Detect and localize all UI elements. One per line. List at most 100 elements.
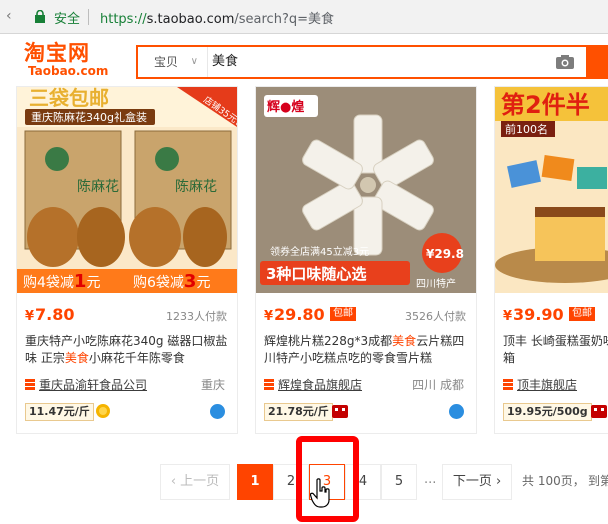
shop-link[interactable]: 重庆品渝轩食品公司	[25, 376, 147, 393]
promo-b-text: 购6袋减	[133, 275, 184, 291]
url-host: s.taobao.com	[146, 12, 235, 27]
chevron-right-icon: ›	[495, 474, 502, 489]
banner-sub-text: 前100名	[505, 122, 548, 136]
currency-symbol: ¥	[25, 309, 35, 324]
price-value: 39.90	[513, 305, 564, 324]
browser-address-bar[interactable]: ‹ 安全 https://s.taobao.com/search?q=美食	[0, 0, 608, 34]
shop-name: 重庆品渝轩食品公司	[39, 378, 148, 392]
title-highlight: 美食	[64, 351, 89, 365]
box-label-right: 陈麻花	[175, 178, 217, 195]
product-image[interactable]: 第2件半 前100名	[495, 87, 608, 293]
shop-icon	[25, 379, 35, 390]
product-card[interactable]: 辉●煌 领券全店满45立减3元 3种口味随心选 ¥29.8 四川特产 ¥29.8…	[255, 86, 477, 434]
product-card[interactable]: 三袋包邮 重庆陈麻花340g礼盒装 店铺35元包邮 陈麻花 陈麻花 购4袋减1元	[16, 86, 238, 434]
site-header: 淘宝网 Taobao.com 宝贝 ∨	[0, 34, 608, 86]
product-card[interactable]: 第2件半 前100名 ¥39.90 包邮 顶丰 长崎蛋糕蛋奶味口袋面包美食整箱 …	[494, 86, 608, 434]
paid-count: 1233人付款	[166, 310, 227, 323]
search-input[interactable]	[212, 47, 512, 77]
svg-text:购6袋减3元: 购6袋减3元	[133, 271, 210, 292]
url-text[interactable]: https://s.taobao.com/search?q=美食	[100, 8, 334, 27]
search-button[interactable]	[586, 45, 608, 79]
pagination-ellipsis: ...	[424, 472, 437, 487]
currency-symbol: ¥	[264, 309, 274, 324]
next-label: 下一页	[452, 474, 492, 489]
shop-link[interactable]: 辉煌食品旗舰店	[264, 376, 362, 393]
search-bar: 宝贝 ∨	[136, 45, 608, 79]
product-price: ¥39.90	[503, 305, 564, 324]
product-image[interactable]: 辉●煌 领券全店满45立减3元 3种口味随心选 ¥29.8 四川特产	[256, 87, 476, 293]
promo-b-num: 3	[184, 271, 197, 292]
total-pages: 共 100页，	[522, 474, 585, 488]
promo-a-text: 购4袋减	[23, 275, 74, 291]
shop-name: 顶丰旗舰店	[517, 378, 578, 392]
promo-a-unit: 元	[86, 275, 100, 291]
product-title[interactable]: 重庆特产小吃陈麻花340g 磁器口椒盐味 正宗美食小麻花千年陈零食	[25, 333, 231, 367]
origin-text: 四川特产	[416, 277, 456, 290]
box-label-left: 陈麻花	[77, 178, 119, 195]
brand-tag: 辉●煌	[267, 99, 304, 115]
promo-big-text: 3种口味随心选	[266, 265, 366, 283]
goto-label: 到第	[588, 474, 608, 488]
hand-cursor-icon	[310, 478, 330, 508]
product-title[interactable]: 辉煌桃片糕228g*3成都美食云片糕四川特产小吃糕点吃的零食雪片糕	[264, 333, 470, 367]
promo-text: 领券全店满45立减3元	[270, 245, 369, 258]
product-image[interactable]: 三袋包邮 重庆陈麻花340g礼盒装 店铺35元包邮 陈麻花 陈麻花 购4袋减1元	[17, 87, 237, 293]
prev-label: 上一页	[180, 474, 220, 489]
promo-a-num: 1	[74, 271, 87, 292]
svg-text:购4袋减1元: 购4袋减1元	[23, 271, 100, 292]
paid-count: 3526人付款	[405, 310, 466, 323]
product-grid: 三袋包邮 重庆陈麻花340g礼盒装 店铺35元包邮 陈麻花 陈麻花 购4袋减1元	[0, 86, 608, 436]
wangwang-chat-icon[interactable]	[210, 404, 225, 419]
wangwang-chat-icon[interactable]	[449, 404, 464, 419]
shop-icon	[503, 379, 513, 390]
product-price: ¥29.80	[264, 305, 325, 324]
shop-name: 辉煌食品旗舰店	[278, 378, 363, 392]
banner-sub-text: 重庆陈麻花340g礼盒装	[31, 110, 147, 124]
title-highlight: 美食	[392, 334, 417, 348]
unit-price-tag: 19.95元/500g	[503, 403, 592, 421]
taobao-logo[interactable]: 淘宝网 Taobao.com	[24, 42, 114, 82]
free-shipping-badge: 包邮	[569, 307, 595, 321]
tmall-cat-icon	[591, 405, 607, 418]
unit-price-tag: 11.47元/斤	[25, 403, 94, 421]
camera-icon[interactable]	[556, 55, 574, 69]
shop-link[interactable]: 顶丰旗舰店	[503, 376, 577, 393]
price-value: 7.80	[35, 305, 75, 324]
back-arrow-icon[interactable]: ‹	[6, 8, 26, 26]
product-photo: 第2件半 前100名	[495, 87, 608, 293]
currency-symbol: ¥	[503, 309, 513, 324]
banner-top-text: 三袋包邮	[29, 87, 109, 110]
shop-location: 四川 成都	[412, 378, 464, 392]
shop-location: 重庆	[200, 378, 225, 392]
tmall-cat-icon	[332, 405, 348, 418]
product-photo: 三袋包邮 重庆陈麻花340g礼盒装 店铺35元包邮 陈麻花 陈麻花 购4袋减1元	[17, 87, 237, 293]
banner-top-text: 第2件半	[501, 91, 590, 119]
logo-english: Taobao.com	[28, 64, 109, 78]
price-tag-text: ¥29.8	[426, 247, 464, 261]
url-protocol: https://	[100, 12, 147, 27]
product-title[interactable]: 顶丰 长崎蛋糕蛋奶味口袋面包美食整箱	[503, 333, 608, 367]
secure-label: 安全	[54, 12, 81, 27]
title-part-b: 小麻花千年陈零食	[88, 351, 185, 365]
title-part-a: 辉煌桃片糕228g*3成都	[264, 334, 393, 348]
unit-price-tag: 21.78元/斤	[264, 403, 333, 421]
lock-icon	[35, 10, 45, 23]
next-page-button[interactable]: 下一页 ›	[442, 464, 512, 500]
page-button-5[interactable]: 5	[381, 464, 417, 500]
price-value: 29.80	[274, 305, 325, 324]
search-category-label: 宝贝	[154, 55, 179, 69]
title-part-a: 顶丰 长崎蛋糕蛋奶味口袋面包	[503, 334, 608, 348]
promo-b-unit: 元	[196, 275, 210, 291]
chevron-left-icon: ‹	[170, 474, 177, 489]
chevron-down-icon: ∨	[190, 56, 198, 67]
product-price: ¥7.80	[25, 305, 75, 324]
gold-medal-icon	[96, 404, 110, 418]
prev-page-button[interactable]: ‹ 上一页	[160, 464, 230, 500]
shop-icon	[264, 379, 274, 390]
page-button-1[interactable]: 1	[237, 464, 273, 500]
logo-chinese: 淘宝网	[24, 41, 90, 65]
free-shipping-badge: 包邮	[330, 307, 356, 321]
product-photo: 辉●煌 领券全店满45立减3元 3种口味随心选 ¥29.8 四川特产	[256, 87, 476, 293]
search-category-select[interactable]: 宝贝 ∨	[138, 47, 208, 77]
url-path: /search?q=美食	[234, 12, 334, 27]
